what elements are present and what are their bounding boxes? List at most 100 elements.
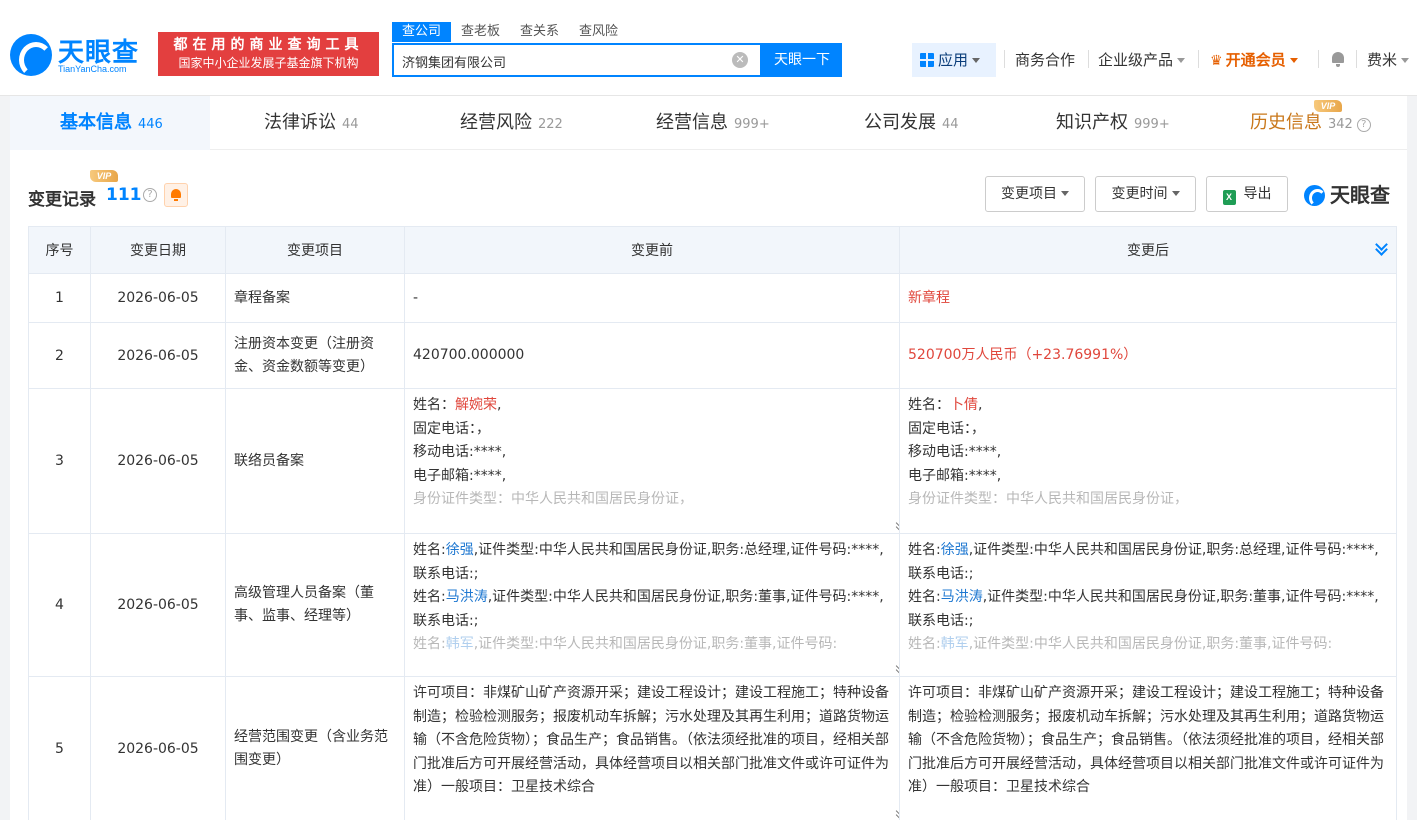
nav-open-vip[interactable]: ♛ 开通会员 [1210,43,1298,77]
col-header-after: 变更后 [899,226,1397,274]
person-link[interactable]: 韩军 [941,636,969,652]
person-link[interactable]: 徐强 [941,542,969,558]
cell-before: 420700.000000 [404,322,900,389]
faded-line: 姓名:韩军,证件类型:中华人民共和国居民身份证,职务:董事,证件号码: [413,636,837,652]
monitor-bell-icon[interactable] [164,183,188,207]
section-count: 111 [106,185,142,205]
tab-operating-info[interactable]: 经营信息 999+ [656,96,770,150]
tab-count: 222 [538,117,563,132]
nav-enterprise-label: 企业级产品 [1098,51,1174,69]
brand-mark: 天眼查 [1304,182,1390,208]
tab-legal[interactable]: 法律诉讼 44 [264,96,359,150]
search-tab-company[interactable]: 查公司 [392,22,452,42]
contact-email: 电子邮箱:****, [413,467,507,484]
chevron-down-icon [1061,191,1069,196]
person-details: ,证件类型:中华人民共和国居民身份证,职务:总经理,证件号码:****,联系电话… [908,542,1379,582]
field-label: 姓名: [908,542,941,558]
cell-item: 经营范围变更（含业务范围变更） [225,676,405,820]
logo-eye-icon [10,34,53,78]
search-button[interactable]: 天眼一下 [762,43,842,77]
field-label: 姓名： [413,397,455,413]
nav-enterprise-products[interactable]: 企业级产品 [1098,43,1186,77]
expand-all-icon[interactable] [1374,241,1388,255]
person-link[interactable]: 徐强 [446,542,474,558]
contact-mobile: 移动电话:****, [908,444,1002,460]
table-row: 3 2026-06-05 联络员备案 姓名：解婉荣, 固定电话：， 移动电话:*… [28,388,1397,534]
cell-item: 章程备案 [225,273,405,323]
export-label: 导出 [1243,186,1272,202]
person-link[interactable]: 韩军 [446,636,474,652]
cell-content: 许可项目：非煤矿山矿产资源开采；建设工程设计；建设工程施工；特种设备制造；检验检… [413,682,891,800]
table-header-row: 序号 变更日期 变更项目 变更前 变更后 [28,226,1397,274]
contact-phone: 固定电话：， [413,420,490,437]
filter-change-time[interactable]: 变更时间 [1095,176,1196,212]
tab-history[interactable]: 历史信息 342? [1250,96,1371,150]
tab-basic-info[interactable]: 基本信息 446 [10,96,210,150]
tab-label: 历史信息 [1250,112,1322,133]
person-link[interactable]: 马洪涛 [941,589,983,605]
field-label: 姓名: [413,542,446,558]
chevron-down-icon [1177,58,1186,63]
tab-count: 44 [942,117,959,132]
app-grid-icon [920,53,934,67]
cell-date: 2026-06-05 [90,388,226,534]
tab-operating-risk[interactable]: 经营风险 222 [460,96,563,150]
person-link[interactable]: 马洪涛 [446,589,488,605]
cell-no: 3 [28,388,91,534]
search-tab-risk[interactable]: 查风险 [569,22,628,42]
search-type-tabs: 查公司 查老板 查关系 查风险 [392,22,628,42]
person-details: ,证件类型:中华人民共和国居民身份证,职务:总经理,证件号码:****,联系电话… [413,542,884,582]
search-tab-boss[interactable]: 查老板 [451,22,510,42]
contact-id-type: 身份证件类型：中华人民共和国居民身份证， [413,491,693,507]
cell-after: 姓名:徐强,证件类型:中华人民共和国居民身份证,职务:总经理,证件号码:****… [899,533,1397,677]
chevron-down-icon [1171,191,1180,196]
nav-app-label: 应用 [938,51,969,69]
tab-count: 999+ [1134,117,1170,132]
clear-search-icon[interactable]: ✕ [732,52,748,68]
business-scope-text: 许可项目：非煤矿山矿产资源开采；建设工程设计；建设工程施工；特种设备制造；检验检… [413,685,889,795]
cell-no: 5 [28,676,91,820]
tab-label: 基本信息 [60,112,132,133]
slogan-line1: 都在用的商业查询工具 [173,37,364,53]
contact-mobile: 移动电话:****, [413,444,507,460]
user-name: 费米 [1367,51,1398,69]
search-tab-relation[interactable]: 查关系 [510,22,569,42]
tab-label: 知识产权 [1056,112,1128,133]
help-icon[interactable]: ? [143,188,157,202]
table-row: 2 2026-06-05 注册资本变更（注册资金、资金数额等变更） 420700… [28,322,1397,389]
tab-count: 44 [342,117,359,132]
nav-business[interactable]: 商务合作 [1015,43,1075,77]
section-tabs: 基本信息 446 法律诉讼 44 经营风险 222 经营信息 999+ 公司发展 44 知… [10,96,1407,150]
tianyancha-logo[interactable]: 天眼查 TianYanCha.com [10,32,150,78]
tab-ip[interactable]: 知识产权 999+ [1056,96,1170,150]
tab-development[interactable]: 公司发展 44 [864,96,959,150]
cell-after[interactable]: 新章程 [899,273,1397,323]
faded-line: 姓名:韩军,证件类型:中华人民共和国居民身份证,职务:董事,证件号码: [908,636,1332,652]
help-icon[interactable]: ? [1356,118,1371,132]
contact-phone: 固定电话：， [908,420,985,437]
cell-date: 2026-06-05 [90,676,226,820]
filter-change-item[interactable]: 变更项目 [985,176,1085,212]
search-input[interactable] [402,51,722,71]
cell-content: 姓名：解婉荣, 固定电话：， 移动电话:****, 电子邮箱:****, 身份证… [413,394,891,512]
person-name: 解婉荣 [455,397,497,413]
nav-divider [1318,50,1319,68]
cell-content: 许可项目：非煤矿山矿产资源开采；建设工程设计；建设工程施工；特种设备制造；检验检… [908,682,1388,800]
nav-user[interactable]: 费米 [1367,43,1410,77]
cell-date: 2026-06-05 [90,533,226,677]
nav-divider [1356,50,1357,68]
cell-no: 4 [28,533,91,677]
notification-bell-icon[interactable] [1331,52,1345,67]
contact-name-line: 姓名：解婉荣, [413,397,502,413]
filter-label: 变更时间 [1111,186,1168,202]
col-header-before: 变更前 [404,226,900,274]
main-panel: 基本信息 446 法律诉讼 44 经营风险 222 经营信息 999+ 公司发展 44 知… [10,96,1407,820]
table-row: 4 2026-06-05 高级管理人员备案（董事、监事、经理等） 姓名:徐强,证… [28,533,1397,677]
field-label: 姓名: [908,636,941,652]
cell-after: 姓名：卜倩, 固定电话：， 移动电话:****, 电子邮箱:****, 身份证件… [899,388,1397,534]
export-button[interactable]: X 导出 [1206,176,1288,212]
logo-domain: TianYanCha.com [58,64,127,74]
chevron-down-icon [972,58,981,63]
tab-count: 342 [1328,117,1353,132]
nav-app-menu[interactable]: 应用 [912,43,996,77]
